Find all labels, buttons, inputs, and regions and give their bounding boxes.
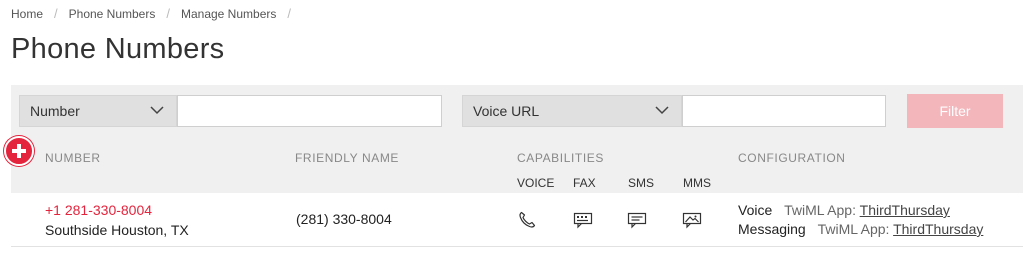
filter-field-select[interactable]: Number	[19, 95, 177, 127]
page-title: Phone Numbers	[11, 33, 225, 65]
voice-app-link[interactable]: ThirdThursday	[860, 202, 950, 218]
capability-header-fax: FAX	[573, 176, 596, 190]
phone-number-location: Southside Houston, TX	[45, 222, 189, 238]
config-messaging: Messaging TwiML App: ThirdThursday	[738, 221, 983, 237]
breadcrumb-home[interactable]: Home	[11, 7, 43, 21]
filter-button[interactable]: Filter	[907, 94, 1003, 128]
friendly-name: (281) 330-8004	[296, 211, 392, 227]
breadcrumb-separator: /	[166, 6, 170, 21]
capability-header-sms: SMS	[628, 176, 655, 190]
config-messaging-app-prefix: TwiML App:	[817, 221, 890, 237]
filter-value-input[interactable]	[177, 95, 442, 127]
phone-icon	[519, 211, 536, 228]
capability-header-mms: MMS	[683, 176, 711, 190]
messaging-app-link[interactable]: ThirdThursday	[893, 221, 983, 237]
add-number-button[interactable]	[4, 136, 34, 166]
table-row: +1 281-330-8004 Southside Houston, TX (2…	[11, 193, 1023, 247]
config-messaging-label: Messaging	[738, 221, 806, 237]
column-header-friendly-name: FRIENDLY NAME	[295, 151, 400, 165]
capability-header-voice: VOICE	[517, 176, 555, 190]
filter-field-select-value: Number	[30, 103, 80, 119]
breadcrumb-separator: /	[54, 6, 58, 21]
config-voice-label: Voice	[738, 202, 773, 218]
column-header-configuration: CONFIGURATION	[738, 151, 846, 165]
config-voice-app-prefix: TwiML App:	[784, 202, 856, 218]
mms-icon	[682, 212, 702, 229]
filter-url-select[interactable]: Voice URL	[462, 95, 682, 127]
sms-icon	[627, 212, 647, 229]
chevron-down-icon	[150, 106, 164, 115]
fax-icon	[573, 212, 593, 229]
chevron-down-icon	[655, 106, 669, 115]
column-header-number: NUMBER	[45, 151, 101, 165]
column-header-capabilities: CAPABILITIES	[517, 151, 605, 165]
filter-url-input[interactable]	[682, 95, 886, 127]
plus-icon	[12, 144, 26, 158]
filter-url-select-value: Voice URL	[473, 103, 540, 119]
breadcrumb: Home / Phone Numbers / Manage Numbers /	[11, 6, 302, 21]
config-voice: Voice TwiML App: ThirdThursday	[738, 202, 950, 218]
breadcrumb-separator: /	[287, 6, 291, 21]
phone-number-link[interactable]: +1 281-330-8004	[45, 202, 152, 218]
breadcrumb-manage-numbers[interactable]: Manage Numbers	[181, 7, 276, 21]
breadcrumb-phone-numbers[interactable]: Phone Numbers	[69, 7, 156, 21]
